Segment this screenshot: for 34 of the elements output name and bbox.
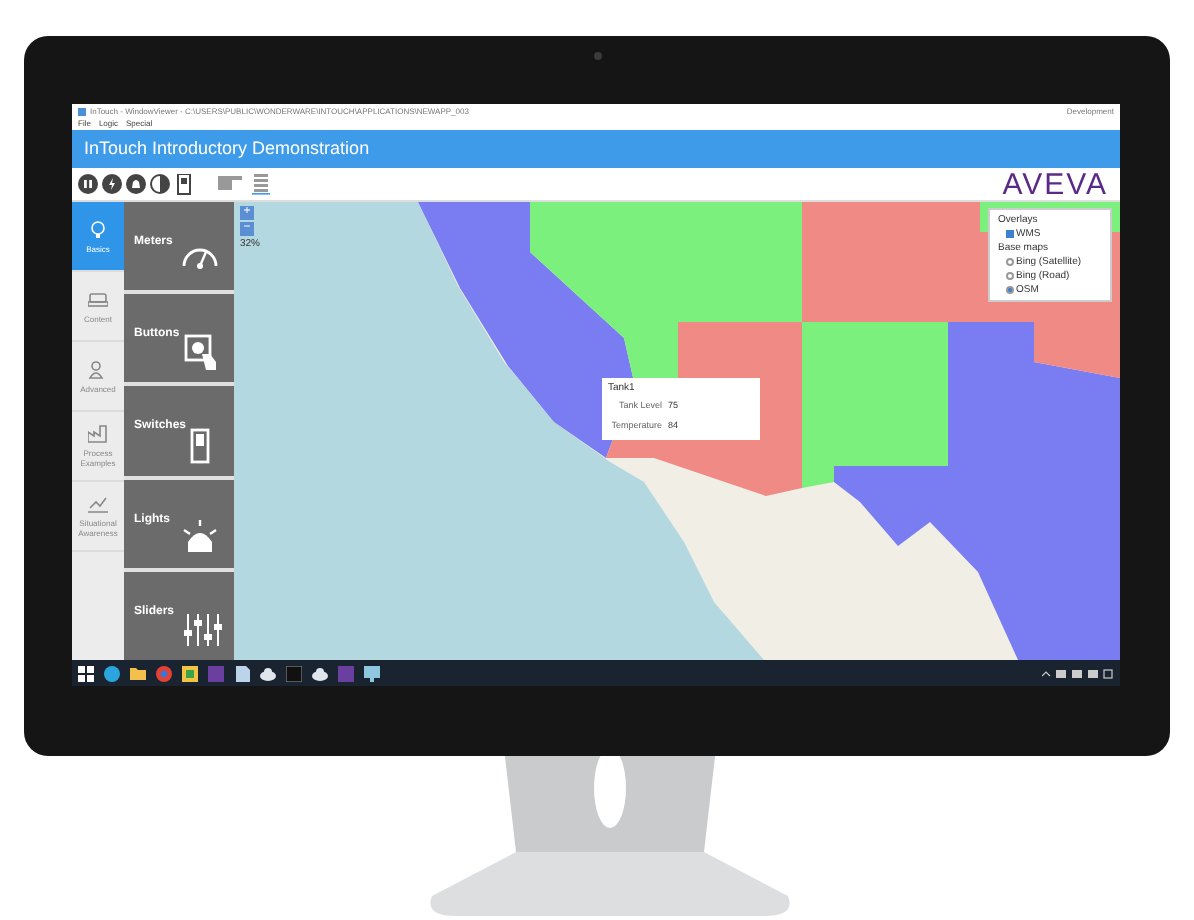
list-icon[interactable] xyxy=(252,173,272,195)
system-tray-icon xyxy=(1042,667,1114,679)
factory-icon xyxy=(88,424,108,444)
beacon-light-icon xyxy=(182,519,222,556)
cloud-icon[interactable] xyxy=(260,665,276,681)
bulb-icon xyxy=(88,219,108,239)
toggle-switch-icon[interactable] xyxy=(174,173,194,195)
bell-icon[interactable] xyxy=(126,173,146,195)
paint-icon[interactable] xyxy=(182,665,198,681)
folder-icon[interactable] xyxy=(130,665,146,681)
monitor-icon[interactable] xyxy=(364,665,380,681)
app-icon xyxy=(78,107,86,115)
browser-icon[interactable] xyxy=(156,665,172,681)
camera-icon xyxy=(594,52,602,60)
contrast-icon[interactable] xyxy=(150,173,170,195)
document-icon[interactable] xyxy=(234,665,250,681)
terminal-icon[interactable] xyxy=(286,665,302,681)
pause-icon[interactable] xyxy=(78,173,98,195)
sliders-icon xyxy=(182,612,222,649)
logo: AVEVA xyxy=(1002,169,1108,199)
checkbox[interactable] xyxy=(1006,230,1014,238)
person-icon xyxy=(88,359,108,379)
windows-icon[interactable] xyxy=(78,665,94,681)
radio-button[interactable] xyxy=(1006,258,1014,266)
hand-pointer-icon xyxy=(182,334,222,371)
sofa-icon xyxy=(88,289,108,309)
bolt-icon[interactable] xyxy=(102,173,122,195)
trend-chart-icon xyxy=(88,494,108,514)
header-title: InTouch Introductory Demonstration xyxy=(84,135,370,162)
radio-button[interactable] xyxy=(1006,286,1014,294)
cloud-icon[interactable] xyxy=(312,665,328,681)
flag-icon[interactable] xyxy=(218,173,242,195)
radio-button[interactable] xyxy=(1006,272,1014,280)
browser-icon[interactable] xyxy=(104,665,120,681)
